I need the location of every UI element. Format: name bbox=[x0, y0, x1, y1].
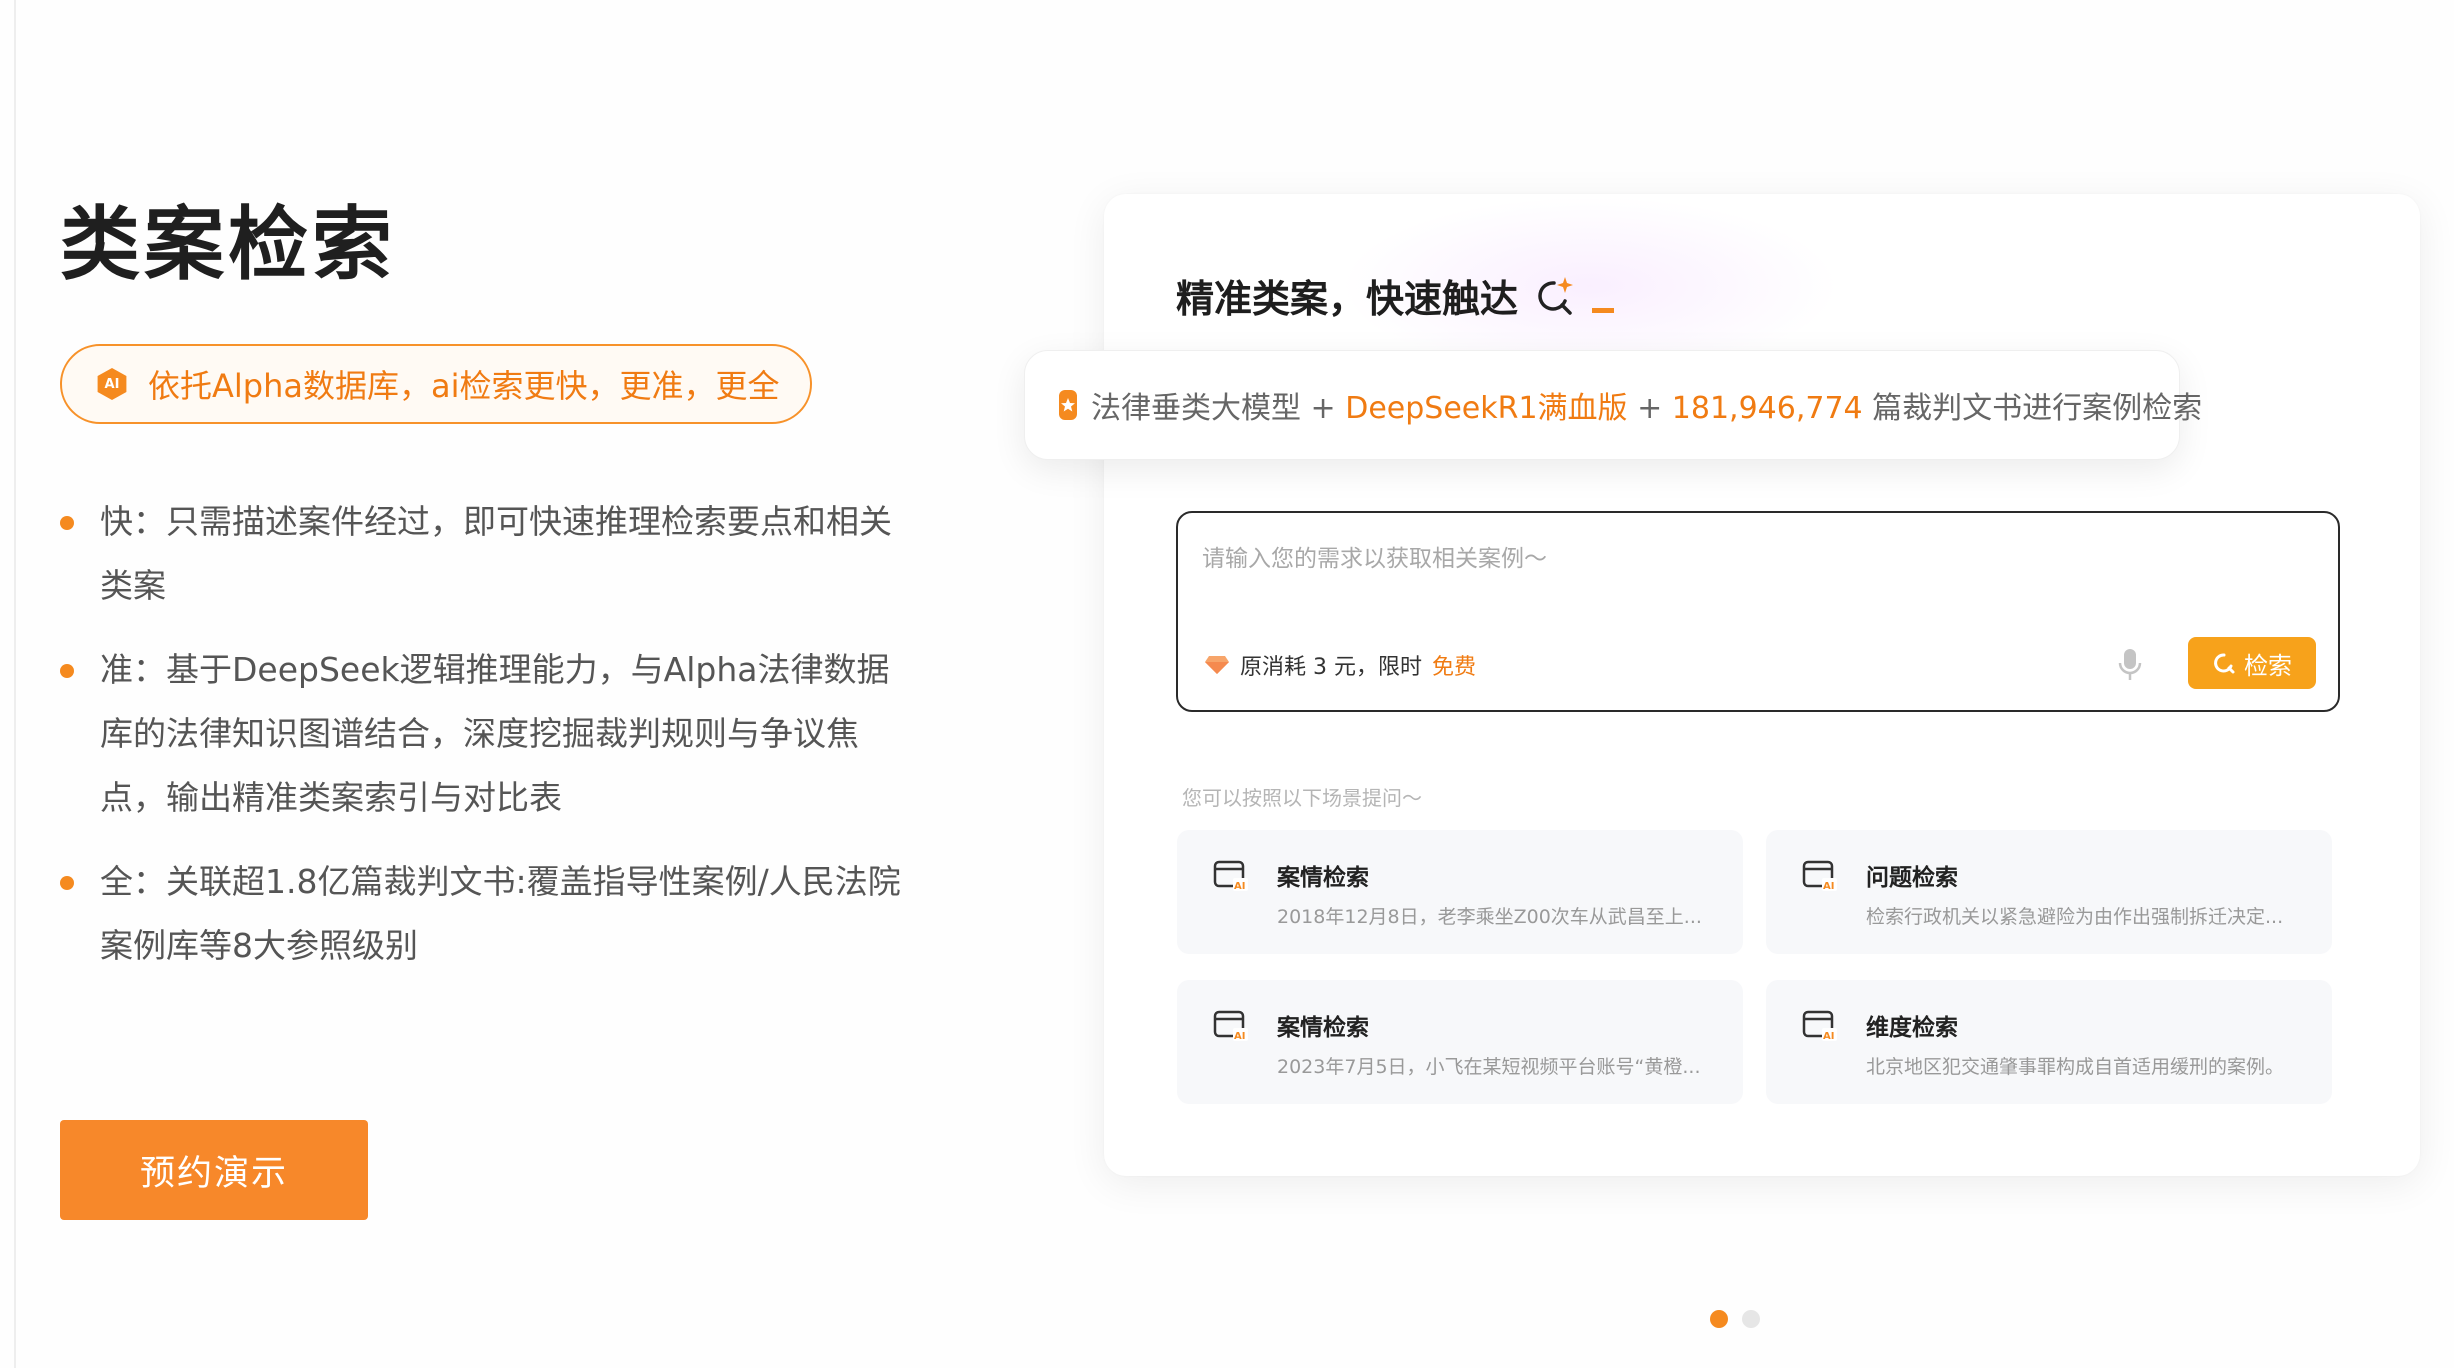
scenario-desc: 北京地区犯交通肇事罪构成自首适用缓刑的案例。 bbox=[1866, 1056, 2285, 1078]
carousel-dot-1[interactable] bbox=[1710, 1310, 1728, 1328]
feature-text: 准：基于DeepSeek逻辑推理能力，与Alpha法律数据库的法律知识图谱结合，… bbox=[100, 650, 890, 817]
tagline-text: 依托Alpha数据库，ai检索更快，更准，更全 bbox=[148, 367, 780, 405]
banner-text: 法律垂类大模型 + DeepSeekR1满血版 + 181,946,774 篇裁… bbox=[1091, 391, 2203, 426]
scenario-hint: 您可以按照以下场景提问～ bbox=[1182, 786, 1422, 810]
case-ai-icon: AI bbox=[1213, 1010, 1248, 1042]
feature-item-fast: 快：只需描述案件经过，即可快速推理检索要点和相关类案 bbox=[60, 490, 920, 618]
book-demo-button[interactable]: 预约演示 bbox=[60, 1120, 368, 1220]
ai-icon: AI bbox=[97, 368, 127, 400]
scenario-title: 维度检索 bbox=[1866, 1015, 1958, 1041]
feature-item-complete: 全：关联超1.8亿篇裁判文书:覆盖指导性案例/人民法院案例库等8大参照级别 bbox=[60, 850, 920, 978]
svg-text:AI: AI bbox=[1234, 1031, 1245, 1042]
scenario-desc: 2023年7月5日，小飞在某短视频平台账号“黄橙... bbox=[1277, 1056, 1701, 1078]
tagline-pill: AI 依托Alpha数据库，ai检索更快，更准，更全 bbox=[60, 344, 812, 424]
case-ai-icon: AI bbox=[1213, 860, 1248, 892]
search-placeholder: 请输入您的需求以获取相关案例～ bbox=[1202, 546, 1547, 572]
typing-cursor bbox=[1592, 308, 1615, 313]
scenario-card[interactable]: AI 维度检索 北京地区犯交通肇事罪构成自首适用缓刑的案例。 bbox=[1766, 980, 2332, 1104]
model-banner: 法律垂类大模型 + DeepSeekR1满血版 + 181,946,774 篇裁… bbox=[1024, 350, 2202, 460]
svg-text:AI: AI bbox=[1823, 881, 1834, 892]
cost-info: 原消耗 3 元，限时 免费 bbox=[1204, 649, 1476, 681]
carousel-dot-2[interactable] bbox=[1742, 1310, 1760, 1328]
search-spark-icon bbox=[1538, 276, 1574, 315]
svg-text:AI: AI bbox=[1823, 1031, 1834, 1042]
scenario-card[interactable]: AI 问题检索 检索行政机关以紧急避险为由作出强制拆迁决定... bbox=[1766, 830, 2332, 954]
bullet-dot-icon bbox=[60, 876, 74, 890]
page: 类案检索 AI 依托Alpha数据库，ai检索更快，更准，更全 快：只需描述案件… bbox=[0, 0, 2454, 1368]
page-title: 类案检索 bbox=[60, 198, 396, 291]
scenario-title: 案情检索 bbox=[1277, 1015, 1369, 1041]
search-icon bbox=[2214, 653, 2235, 674]
scenario-desc: 检索行政机关以紧急避险为由作出强制拆迁决定... bbox=[1866, 906, 2284, 928]
scenario-title: 问题检索 bbox=[1866, 865, 1958, 891]
svg-text:AI: AI bbox=[1234, 881, 1245, 892]
scenario-card[interactable]: AI 案情检索 2023年7月5日，小飞在某短视频平台账号“黄橙... bbox=[1177, 980, 1743, 1104]
card-title-text: 精准类案，快速触达 bbox=[1176, 277, 1519, 321]
search-input[interactable]: 请输入您的需求以获取相关案例～ 原消耗 3 元，限时 免费 检索 bbox=[1176, 511, 2340, 712]
feature-item-accurate: 准：基于DeepSeek逻辑推理能力，与Alpha法律数据库的法律知识图谱结合，… bbox=[60, 638, 920, 830]
feature-list: 快：只需描述案件经过，即可快速推理检索要点和相关类案 准：基于DeepSeek逻… bbox=[60, 490, 920, 998]
bullet-dot-icon bbox=[60, 664, 74, 678]
scenario-title: 案情检索 bbox=[1277, 865, 1369, 891]
feature-text: 快：只需描述案件经过，即可快速推理检索要点和相关类案 bbox=[100, 502, 892, 605]
scenario-desc: 2018年12月8日，老李乘坐Z00次车从武昌至上... bbox=[1277, 906, 1702, 928]
carousel-pagination bbox=[1710, 1310, 1760, 1328]
gem-icon bbox=[1205, 656, 1229, 674]
microphone-icon[interactable] bbox=[2116, 647, 2144, 683]
divider bbox=[14, 0, 16, 1368]
search-button[interactable]: 检索 bbox=[2188, 637, 2316, 689]
scenario-card[interactable]: AI 案情检索 2018年12月8日，老李乘坐Z00次车从武昌至上... bbox=[1177, 830, 1743, 954]
bullet-dot-icon bbox=[60, 516, 74, 530]
case-ai-icon: AI bbox=[1802, 1010, 1837, 1042]
feature-text: 全：关联超1.8亿篇裁判文书:覆盖指导性案例/人民法院案例库等8大参照级别 bbox=[100, 862, 901, 965]
card-title: 精准类案，快速触达 bbox=[1176, 268, 1615, 323]
case-ai-icon: AI bbox=[1802, 860, 1837, 892]
star-badge-icon bbox=[1059, 390, 1077, 420]
